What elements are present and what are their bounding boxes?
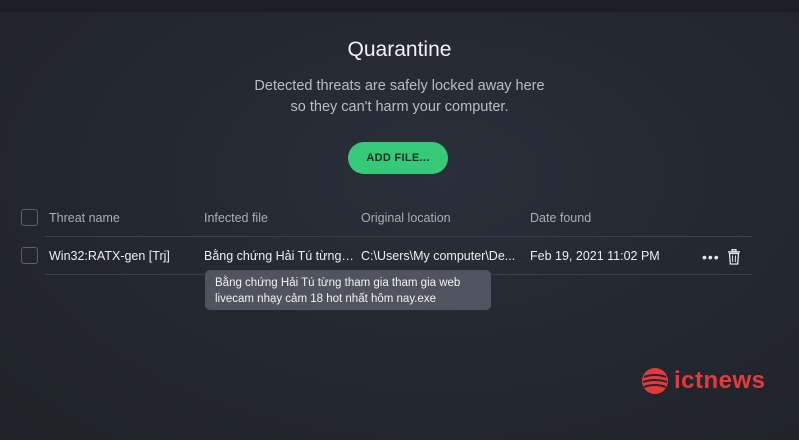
select-all-checkbox[interactable] [21, 209, 38, 226]
header-original-location[interactable]: Original location [361, 211, 451, 225]
header-date-found[interactable]: Date found [530, 211, 591, 225]
cell-original-location[interactable]: C:\Users\My computer\De... [361, 249, 521, 263]
tooltip-line-1: Bằng chứng Hải Tú từng tham gia tham gia… [215, 277, 461, 289]
ictnews-logo-text: ictnews [674, 367, 766, 394]
cell-date-found: Feb 19, 2021 11:02 PM [530, 249, 660, 263]
ictnews-logo: ictnews [640, 366, 766, 396]
file-name-tooltip: Bằng chứng Hải Tú từng tham gia tham gia… [205, 270, 491, 310]
header-threat-name[interactable]: Threat name [49, 211, 120, 225]
top-bar [0, 0, 799, 12]
add-file-button[interactable]: ADD FILE... [348, 142, 448, 174]
subtitle-line-1: Detected threats are safely locked away … [254, 78, 545, 94]
page-title: Quarantine [347, 38, 452, 61]
more-options-icon[interactable]: ••• [702, 249, 720, 265]
page-subtitle: Detected threats are safely locked away … [0, 76, 799, 118]
ictnews-globe-icon [642, 368, 668, 394]
header-infected-file[interactable]: Infected file [204, 211, 268, 225]
tooltip-line-2: livecam nhạy cảm 18 hot nhất hôm nay.exe [215, 293, 436, 305]
cell-infected-file[interactable]: Bằng chứng Hải Tú từng ... [204, 249, 354, 263]
subtitle-line-2: so they can't harm your computer. [290, 99, 509, 115]
header-divider [45, 236, 752, 237]
cell-threat-name: Win32:RATX-gen [Trj] [49, 249, 170, 263]
trash-icon[interactable] [727, 249, 741, 265]
row-checkbox[interactable] [21, 247, 38, 264]
